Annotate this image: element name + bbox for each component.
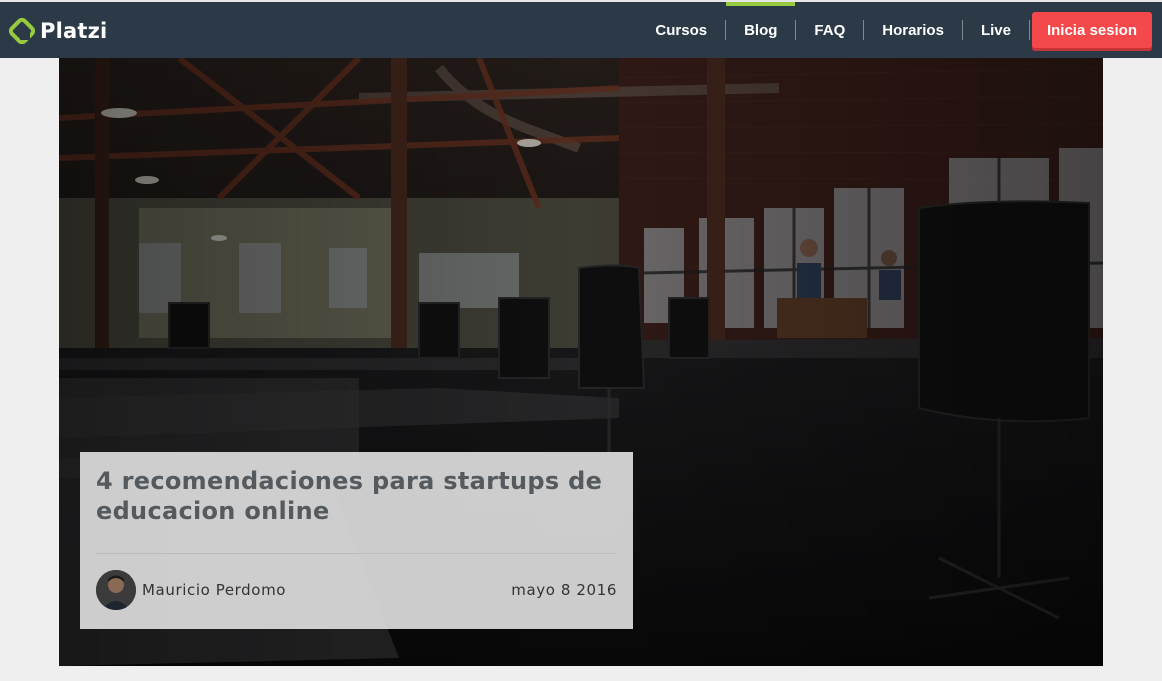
brand-logo[interactable]: Platzi [8, 16, 107, 46]
author-name[interactable]: Mauricio Perdomo [142, 581, 286, 599]
post-meta: Mauricio Perdomo mayo 8 2016 [96, 570, 617, 610]
post-card[interactable]: 4 recomendaciones para startups de educa… [80, 452, 633, 629]
top-bar: Platzi Cursos Blog FAQ Horarios Live Ini… [0, 0, 1162, 58]
nav-item-cursos[interactable]: Cursos [637, 2, 725, 58]
post-title[interactable]: 4 recomendaciones para startups de educa… [96, 466, 617, 526]
post-date: mayo 8 2016 [511, 581, 617, 599]
nav-item-live[interactable]: Live [963, 2, 1029, 58]
nav-item-horarios[interactable]: Horarios [864, 2, 962, 58]
brand-name: Platzi [40, 19, 108, 43]
card-divider [96, 553, 617, 554]
platzi-logo-icon [8, 17, 36, 45]
author-avatar[interactable] [96, 570, 136, 610]
nav-item-blog[interactable]: Blog [726, 2, 796, 58]
avatar-photo [96, 570, 136, 610]
main-nav: Cursos Blog FAQ Horarios Live Inicia ses… [637, 2, 1152, 58]
nav-divider [1028, 20, 1030, 40]
nav-item-faq[interactable]: FAQ [796, 2, 863, 58]
login-button[interactable]: Inicia sesion [1031, 12, 1152, 48]
